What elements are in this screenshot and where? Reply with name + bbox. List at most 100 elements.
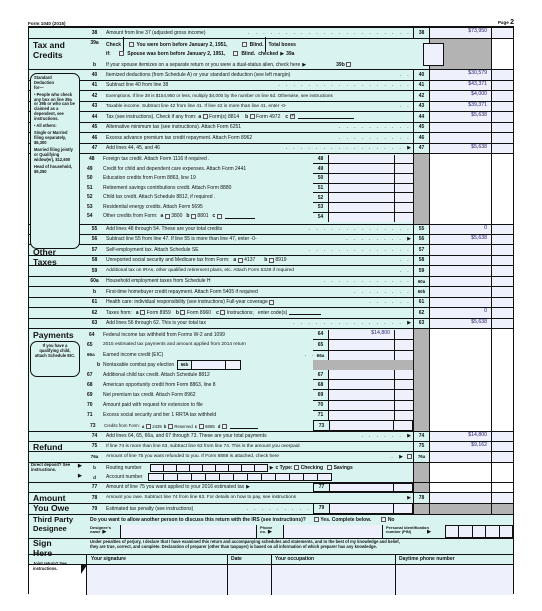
line-59-amount-cell[interactable] (429, 266, 491, 276)
line-68-amount-cell[interactable] (329, 380, 395, 390)
third-party-no-checkbox[interactable] (381, 517, 387, 522)
line-46-cents-cell[interactable] (491, 133, 513, 143)
line-79-cents-cell[interactable] (394, 503, 412, 513)
savings-checkbox[interactable] (327, 465, 333, 470)
occupation-input[interactable] (271, 564, 395, 595)
line-54-other-checkbox[interactable] (216, 213, 222, 219)
line-38-amount-cell[interactable]: $73,950 (429, 28, 491, 38)
line-54-cents-cell[interactable] (395, 212, 413, 222)
line-66a-amount-cell[interactable] (329, 350, 395, 360)
form-8888-attached-checkbox[interactable] (406, 454, 412, 460)
line-41-cents-cell[interactable] (491, 80, 513, 90)
line-44-form-8814-checkbox[interactable] (202, 114, 208, 120)
born-before-1951-spouse-checkbox[interactable] (119, 51, 125, 56)
blind-spouse-checkbox[interactable] (233, 51, 239, 56)
line-58-amount-cell[interactable] (429, 255, 491, 265)
line-63-amount-cell[interactable]: $5,638 (429, 318, 491, 328)
line-74-amount-cell[interactable]: $14,800 (429, 432, 491, 441)
line-51-amount-cell[interactable] (329, 183, 395, 193)
line-60a-amount-cell[interactable] (429, 276, 491, 286)
line-40-cents-cell[interactable] (491, 70, 513, 80)
line-69-amount-cell[interactable] (329, 390, 395, 400)
date-input[interactable] (227, 564, 271, 595)
line-62-amount-cell[interactable]: 0 (429, 308, 491, 318)
line-39b-checkbox[interactable] (346, 62, 352, 67)
line-62-code-input[interactable] (289, 310, 322, 316)
line-66b-amount-cell[interactable] (192, 361, 226, 369)
line-75-cents-cell[interactable] (491, 441, 513, 451)
line-50-amount-cell[interactable] (329, 173, 395, 183)
line-43-amount-cell[interactable]: $39,371 (429, 101, 491, 111)
line-66b-cents-cell[interactable] (226, 361, 240, 369)
line-54-amount-cell[interactable] (329, 212, 395, 222)
full-year-coverage-checkbox[interactable] (269, 299, 275, 305)
line-44-form-4972-checkbox[interactable] (249, 114, 255, 120)
line-64-amount-cell[interactable]: $14,800 (329, 329, 395, 339)
total-boxes-checked-input[interactable] (423, 43, 444, 66)
designee-name-input[interactable] (120, 524, 257, 538)
line-65-cents-cell[interactable] (395, 340, 413, 350)
line-62-instructions-checkbox[interactable] (220, 310, 226, 316)
line-70-cents-cell[interactable] (395, 400, 413, 410)
line-52-cents-cell[interactable] (395, 193, 413, 203)
account-number-input[interactable] (148, 473, 333, 481)
line-54-other-input[interactable] (225, 214, 256, 219)
line-54-form-8801-checkbox[interactable] (190, 213, 196, 219)
line-68-cents-cell[interactable] (395, 380, 413, 390)
line-61-cents-cell[interactable] (491, 297, 513, 307)
line-78-amount-cell[interactable] (429, 492, 491, 503)
line-59-cents-cell[interactable] (491, 266, 513, 276)
line-79-amount-cell[interactable] (330, 503, 394, 513)
line-44-other-checkbox[interactable] (289, 114, 295, 120)
line-73-form-2439-checkbox[interactable] (145, 423, 151, 429)
designee-phone-input[interactable] (283, 524, 383, 538)
line-73-amount-cell[interactable] (330, 421, 394, 430)
line-56-cents-cell[interactable] (491, 234, 513, 244)
line-60a-cents-cell[interactable] (491, 276, 513, 286)
line-48-cents-cell[interactable] (395, 154, 413, 164)
line-40-amount-cell[interactable]: $30,579 (429, 70, 491, 80)
line-44-cents-cell[interactable] (491, 112, 513, 122)
line-57-amount-cell[interactable] (429, 245, 491, 255)
line-77-cents-cell[interactable] (394, 483, 412, 491)
third-party-yes-checkbox[interactable] (313, 517, 319, 522)
line-65-amount-cell[interactable] (329, 340, 395, 350)
line-41-amount-cell[interactable]: $43,371 (429, 80, 491, 90)
line-58-form-4137-checkbox[interactable] (237, 257, 243, 263)
line-58-cents-cell[interactable] (491, 255, 513, 265)
line-71-amount-cell[interactable] (329, 410, 395, 420)
signature-input[interactable] (86, 564, 227, 595)
line-75-amount-cell[interactable]: $9,162 (429, 441, 491, 451)
checking-checkbox[interactable] (294, 465, 300, 470)
designee-pin-input[interactable] (445, 524, 513, 538)
line-50-cents-cell[interactable] (395, 173, 413, 183)
line-73-cents-cell[interactable] (394, 421, 412, 430)
line-66a-cents-cell[interactable] (395, 350, 413, 360)
line-62-form-8960-checkbox[interactable] (180, 310, 186, 316)
line-58-form-8919-checkbox[interactable] (268, 257, 274, 263)
line-44-amount-cell[interactable]: $5,638 (429, 112, 491, 122)
line-43-cents-cell[interactable] (491, 101, 513, 111)
line-52-amount-cell[interactable] (329, 193, 395, 203)
line-73-other-checkbox[interactable] (221, 423, 227, 429)
line-53-amount-cell[interactable] (329, 203, 395, 212)
line-71-cents-cell[interactable] (395, 410, 413, 420)
line-60b-amount-cell[interactable] (429, 287, 491, 297)
line-42-amount-cell[interactable]: $4,000 (429, 91, 491, 101)
line-42-cents-cell[interactable] (491, 91, 513, 101)
line-69-cents-cell[interactable] (395, 390, 413, 400)
line-73-form-8885-checkbox[interactable] (198, 423, 204, 429)
line-46-amount-cell[interactable] (429, 133, 491, 143)
line-51-cents-cell[interactable] (395, 183, 413, 193)
line-64-cents-cell[interactable] (395, 329, 413, 339)
line-74-cents-cell[interactable] (491, 432, 513, 441)
line-76a-amount-cell[interactable] (429, 452, 491, 462)
routing-number-input[interactable] (149, 463, 268, 472)
blind-taxpayer-checkbox[interactable] (241, 42, 247, 47)
line-47-cents-cell[interactable] (491, 143, 513, 153)
line-53-cents-cell[interactable] (395, 203, 413, 212)
daytime-phone-input[interactable] (395, 564, 513, 595)
line-70-amount-cell[interactable] (329, 400, 395, 410)
line-49-cents-cell[interactable] (395, 164, 413, 173)
line-55-amount-cell[interactable]: 0 (429, 225, 491, 234)
